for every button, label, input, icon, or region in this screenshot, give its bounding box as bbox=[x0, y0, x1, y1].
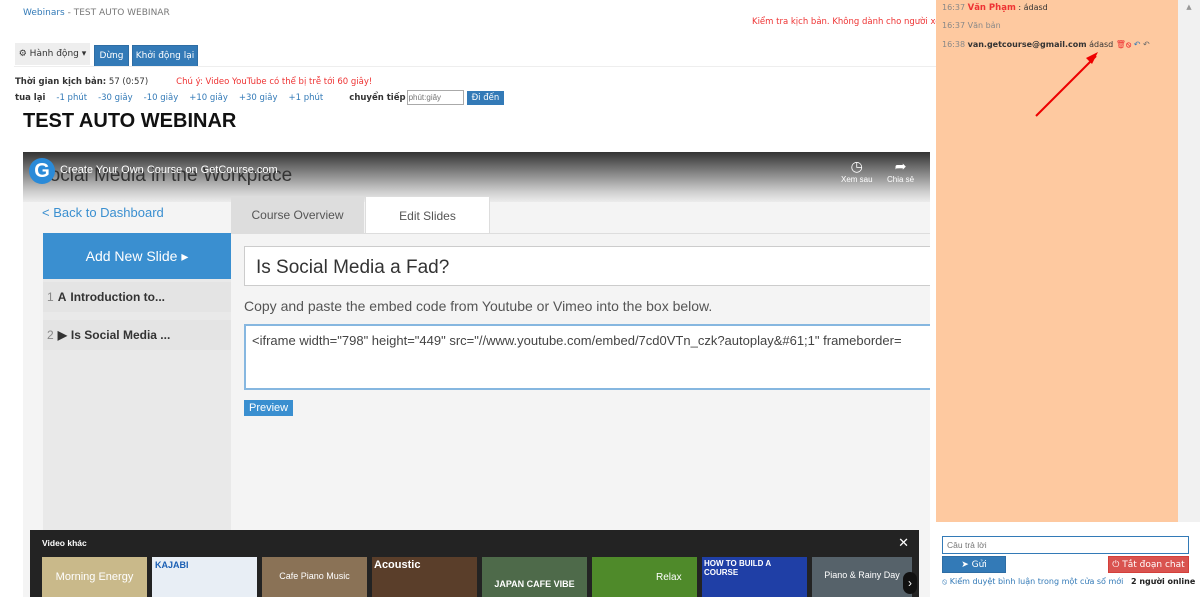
online-count: 2 người online bbox=[1131, 577, 1196, 586]
thumbnail[interactable]: JAPAN CAFE VIBE bbox=[482, 557, 587, 597]
clock-icon: ◷ bbox=[850, 158, 863, 174]
paper-plane-icon: ➤ bbox=[961, 559, 972, 570]
page-title: TEST AUTO WEBINAR bbox=[23, 110, 237, 132]
thumbnail[interactable]: Acoustic bbox=[372, 557, 477, 597]
preview-button: Preview bbox=[244, 400, 294, 416]
gears-icon: ⚙ bbox=[18, 49, 30, 59]
thumbnail-row: Morning Energy KAJABI Cafe Piano Music A… bbox=[42, 557, 912, 597]
tab-edit-slides: Edit Slides bbox=[365, 196, 490, 234]
moderate-link[interactable]: ⦸ Kiểm duyệt bình luận trong một cửa sổ … bbox=[942, 577, 1123, 587]
breadcrumb-current: TEST AUTO WEBINAR bbox=[73, 8, 170, 18]
script-time: Thời gian kịch bản: 57 (0:57) Chú ý: Vide… bbox=[15, 77, 372, 87]
tab-course-overview: Course Overview bbox=[231, 196, 364, 233]
reply-icon[interactable]: ↶ bbox=[1143, 40, 1150, 49]
chat-message: 16:37 Văn bản bbox=[942, 21, 1001, 30]
go-button[interactable]: Đi đến bbox=[466, 90, 505, 105]
chat-scrollbar[interactable]: ▲ bbox=[1178, 0, 1200, 522]
slide-item: 2 ▶ Is Social Media ... bbox=[43, 320, 231, 350]
thumbnail[interactable]: Relax bbox=[592, 557, 697, 597]
thumbnail[interactable]: Morning Energy bbox=[42, 557, 147, 597]
reply-all-icon[interactable]: ↶ bbox=[1134, 40, 1141, 49]
breadcrumb-webinars[interactable]: Webinars bbox=[23, 8, 65, 18]
close-chat-button[interactable]: ⏻ Tắt đoạn chat bbox=[1108, 556, 1189, 573]
video-title[interactable]: Create Your Own Course on GetCourse.com bbox=[60, 164, 278, 176]
more-videos-label: Video khác bbox=[42, 538, 87, 548]
ban-icon: ⦸ bbox=[942, 577, 948, 586]
embed-code-field: <iframe width="798" height="449" src="//… bbox=[244, 324, 930, 390]
reply-input[interactable] bbox=[942, 536, 1189, 554]
send-button[interactable]: ➤ Gửi bbox=[942, 556, 1006, 573]
breadcrumb: Webinars - TEST AUTO WEBINAR bbox=[23, 8, 170, 18]
next-arrow-icon[interactable]: › bbox=[903, 572, 917, 594]
stop-button[interactable]: Dừng bbox=[94, 45, 129, 67]
slide-item: 1A Introduction to... bbox=[43, 282, 231, 312]
trash-icon[interactable]: 🗑 bbox=[1116, 40, 1126, 49]
seek-minus-1min[interactable]: -1 phút bbox=[56, 93, 87, 103]
actions-dropdown[interactable]: ⚙ Hành động ▾ bbox=[15, 43, 90, 65]
actions-label: Hành động bbox=[29, 49, 79, 59]
seek-plus-1min[interactable]: +1 phút bbox=[289, 93, 324, 103]
thumbnail[interactable]: HOW TO BUILD A COURSE bbox=[702, 557, 807, 597]
rewind-label: tua lại bbox=[15, 92, 46, 103]
chat-message: 16:37 Văn Phạm : ádasd bbox=[942, 3, 1048, 13]
thumbnail[interactable]: Cafe Piano Music bbox=[262, 557, 367, 597]
close-icon[interactable]: ✕ bbox=[898, 535, 909, 551]
more-videos-panel: Video khác ✕ Morning Energy KAJABI Cafe … bbox=[30, 530, 919, 597]
channel-logo[interactable]: G bbox=[29, 158, 55, 184]
slide-title-field: Is Social Media a Fad? bbox=[244, 246, 930, 286]
add-slide: Add New Slide ▸ bbox=[43, 233, 231, 279]
embed-instructions: Copy and paste the embed code from Youtu… bbox=[244, 298, 713, 314]
forward-label: chuyển tiếp bbox=[349, 92, 406, 103]
restart-button[interactable]: Khởi động lại bbox=[132, 45, 198, 67]
thumbnail[interactable]: KAJABI bbox=[152, 557, 257, 597]
test-warning: Kiểm tra kịch bản. Không dành cho người … bbox=[752, 17, 952, 27]
seek-controls: tua lại -1 phút -30 giây -10 giây +10 gi… bbox=[15, 90, 505, 105]
thumbnail[interactable]: Piano & Rainy Day bbox=[812, 557, 912, 597]
watch-later-button[interactable]: ◷ Xem sau bbox=[841, 158, 873, 184]
share-icon: ➦ bbox=[894, 158, 907, 174]
youtube-delay-note: Chú ý: Video YouTube có thể bị trễ tới 6… bbox=[176, 77, 373, 87]
seek-plus-10s[interactable]: +10 giây bbox=[189, 93, 228, 103]
block-icon[interactable]: ⦸ bbox=[1126, 40, 1131, 49]
script-time-value: 57 (0:57) bbox=[108, 77, 149, 87]
script-time-label: Thời gian kịch bản: bbox=[15, 77, 107, 87]
share-button[interactable]: ➦ Chia sẻ bbox=[887, 158, 914, 184]
seek-minus-10s[interactable]: -10 giây bbox=[144, 93, 179, 103]
time-input[interactable] bbox=[406, 90, 464, 105]
seek-plus-30s[interactable]: +30 giây bbox=[239, 93, 278, 103]
video-player[interactable]: Social Media in the Workplace G Create Y… bbox=[23, 152, 930, 597]
back-to-dashboard: < Back to Dashboard bbox=[42, 205, 164, 220]
power-icon: ⏻ bbox=[1112, 559, 1123, 570]
breadcrumb-sep: - bbox=[64, 8, 74, 18]
seek-minus-30s[interactable]: -30 giây bbox=[98, 93, 133, 103]
annotation-arrow bbox=[1035, 52, 1098, 117]
